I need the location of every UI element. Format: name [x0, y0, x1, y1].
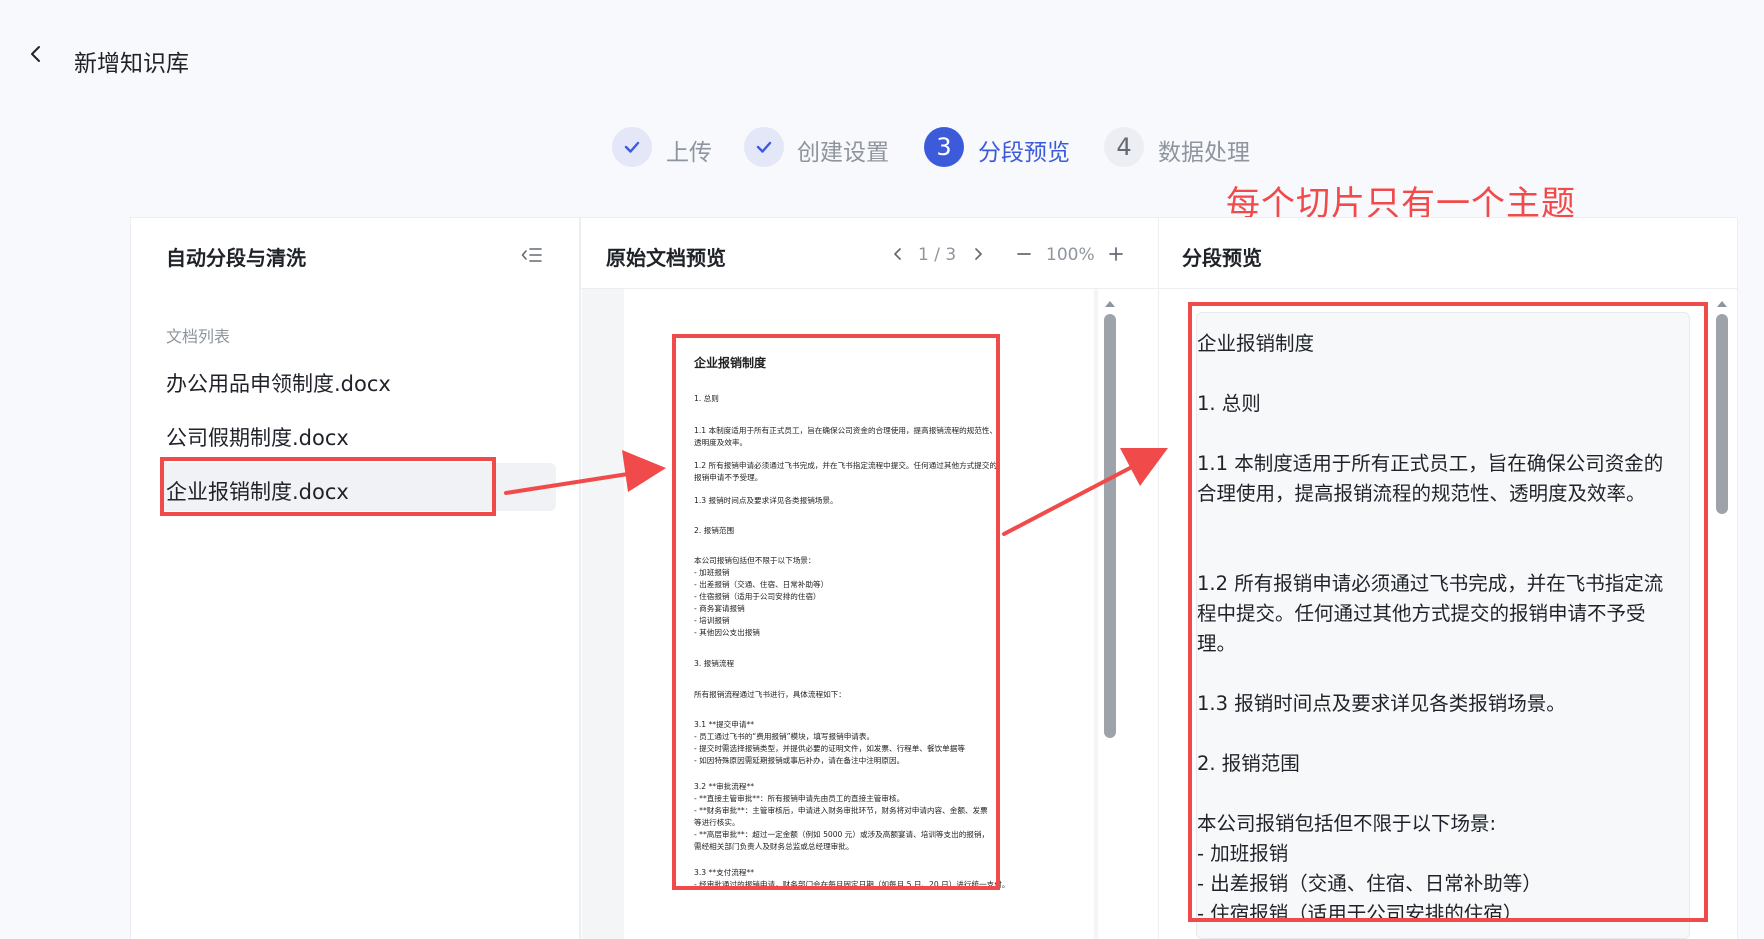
- arrow-to-segment-icon: [1002, 448, 1168, 536]
- arrow-to-doc-preview-icon: [504, 450, 666, 495]
- annotation-arrows: [504, 448, 1168, 536]
